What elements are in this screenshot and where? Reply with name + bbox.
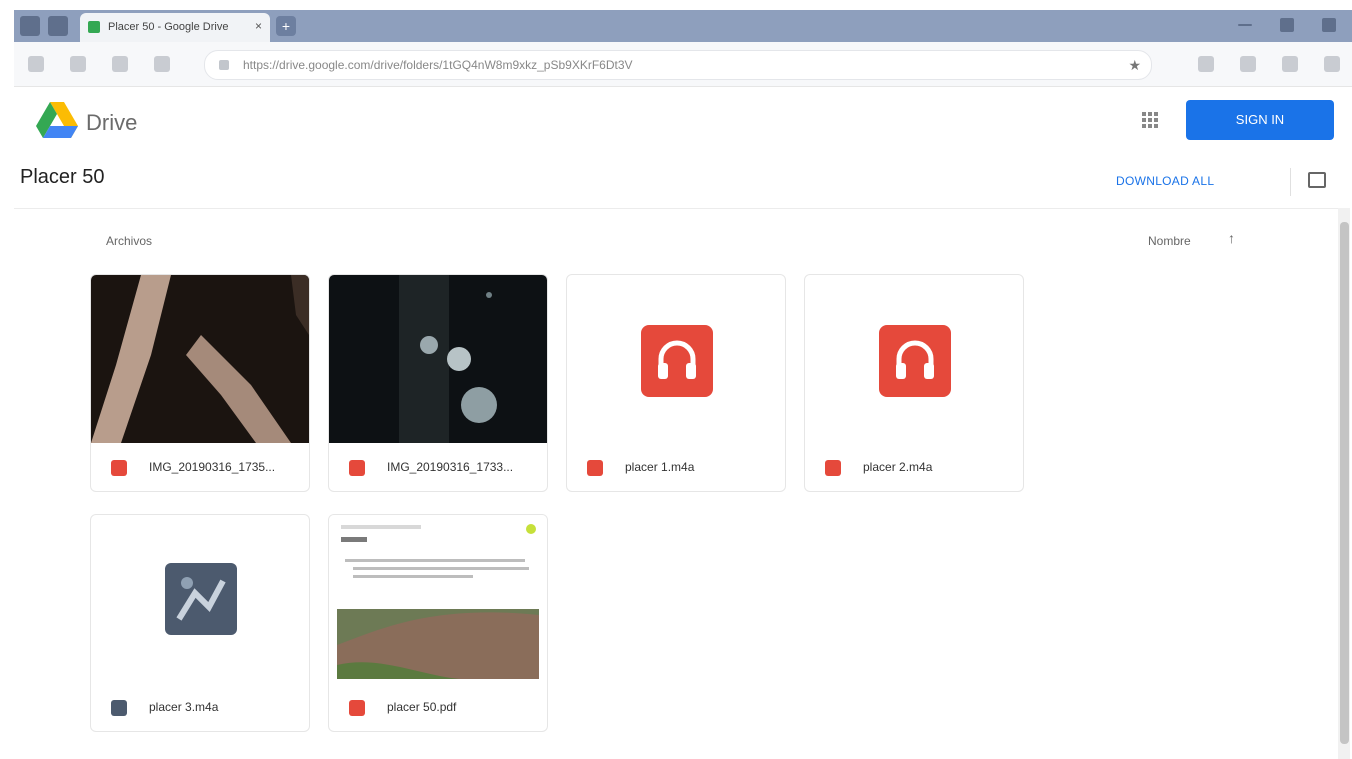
audio-file-icon (825, 460, 841, 476)
card-footer: placer 2.m4a (805, 445, 1023, 491)
audio-file-icon (587, 460, 603, 476)
downloads-icon[interactable] (1240, 56, 1256, 72)
file-card[interactable]: placer 1.m4a (566, 274, 786, 492)
new-tab-button[interactable]: + (276, 16, 296, 36)
browser-tab[interactable]: Placer 50 - Google Drive × (80, 13, 270, 42)
video-file-icon (111, 700, 127, 716)
tab-strip: Placer 50 - Google Drive × + (14, 10, 1352, 42)
card-footer: IMG_20190316_1735... (91, 445, 309, 491)
back-icon[interactable] (28, 56, 44, 72)
apps-grid-icon[interactable] (1142, 112, 1158, 128)
collections-icon[interactable] (1198, 56, 1214, 72)
download-all-button[interactable]: DOWNLOAD ALL (1116, 174, 1214, 188)
audio-thumbnail-icon (641, 325, 713, 397)
file-name: placer 1.m4a (625, 460, 695, 474)
video-thumbnail-icon (165, 563, 237, 635)
maximize-icon[interactable] (1280, 18, 1294, 32)
pdf-file-icon (349, 700, 365, 716)
sign-in-button[interactable]: SIGN IN (1186, 100, 1334, 140)
refresh-icon[interactable] (112, 56, 128, 72)
image-file-icon (349, 460, 365, 476)
tab-search-icon[interactable] (48, 16, 68, 36)
file-name: IMG_20190316_1735... (149, 460, 276, 474)
folder-bar: Placer 50 DOWNLOAD ALL (14, 154, 1340, 209)
file-card[interactable]: IMG_20190316_1733... (328, 274, 548, 492)
file-card[interactable]: IMG_20190316_1735... (90, 274, 310, 492)
card-footer: placer 1.m4a (567, 445, 785, 491)
divider (1290, 168, 1291, 196)
drive-favicon-icon (88, 21, 100, 33)
tab-actions-icon[interactable] (20, 16, 40, 36)
browser-window: Placer 50 - Google Drive × + https://dri… (14, 10, 1352, 759)
audio-thumbnail-icon (879, 325, 951, 397)
forward-icon[interactable] (70, 56, 86, 72)
menu-icon[interactable] (1324, 56, 1340, 72)
tab-title: Placer 50 - Google Drive (108, 21, 229, 33)
extensions-icon[interactable] (1282, 56, 1298, 72)
card-footer: IMG_20190316_1733... (329, 445, 547, 491)
image-thumbnail (91, 275, 309, 443)
section-label: Archivos (106, 234, 153, 248)
minimize-icon[interactable] (1238, 24, 1252, 26)
file-card[interactable]: placer 50.pdf (328, 514, 548, 732)
file-name: IMG_20190316_1733... (387, 460, 514, 474)
details-panel-icon[interactable] (1308, 172, 1326, 188)
tab-close-button[interactable]: × (255, 19, 262, 33)
card-footer: placer 3.m4a (91, 685, 309, 731)
close-window-icon[interactable] (1322, 18, 1336, 32)
card-footer: placer 50.pdf (329, 685, 547, 731)
pdf-thumbnail (329, 515, 547, 683)
bookmark-star-icon[interactable]: ★ (1128, 57, 1141, 74)
folder-title: Placer 50 (20, 166, 105, 188)
file-name: placer 3.m4a (149, 700, 219, 714)
image-thumbnail (329, 275, 547, 443)
image-file-icon (111, 460, 127, 476)
file-name: placer 2.m4a (863, 460, 933, 474)
address-bar[interactable]: https://drive.google.com/drive/folders/1… (204, 50, 1152, 80)
sort-label[interactable]: Nombre (1148, 234, 1191, 248)
file-card[interactable]: placer 3.m4a (90, 514, 310, 732)
url-text: https://drive.google.com/drive/folders/1… (243, 58, 633, 72)
home-icon[interactable] (154, 56, 170, 72)
drive-logo-text[interactable]: Drive (86, 110, 137, 136)
scrollbar-thumb[interactable] (1340, 222, 1349, 744)
file-card[interactable]: placer 2.m4a (804, 274, 1024, 492)
file-name: placer 50.pdf (387, 700, 457, 714)
drive-header: Drive SIGN IN (14, 86, 1352, 154)
lock-icon (219, 60, 229, 70)
browser-toolbar: https://drive.google.com/drive/folders/1… (14, 42, 1352, 87)
drive-logo-icon[interactable] (36, 102, 78, 138)
sort-direction-icon[interactable]: ↑ (1228, 230, 1235, 246)
